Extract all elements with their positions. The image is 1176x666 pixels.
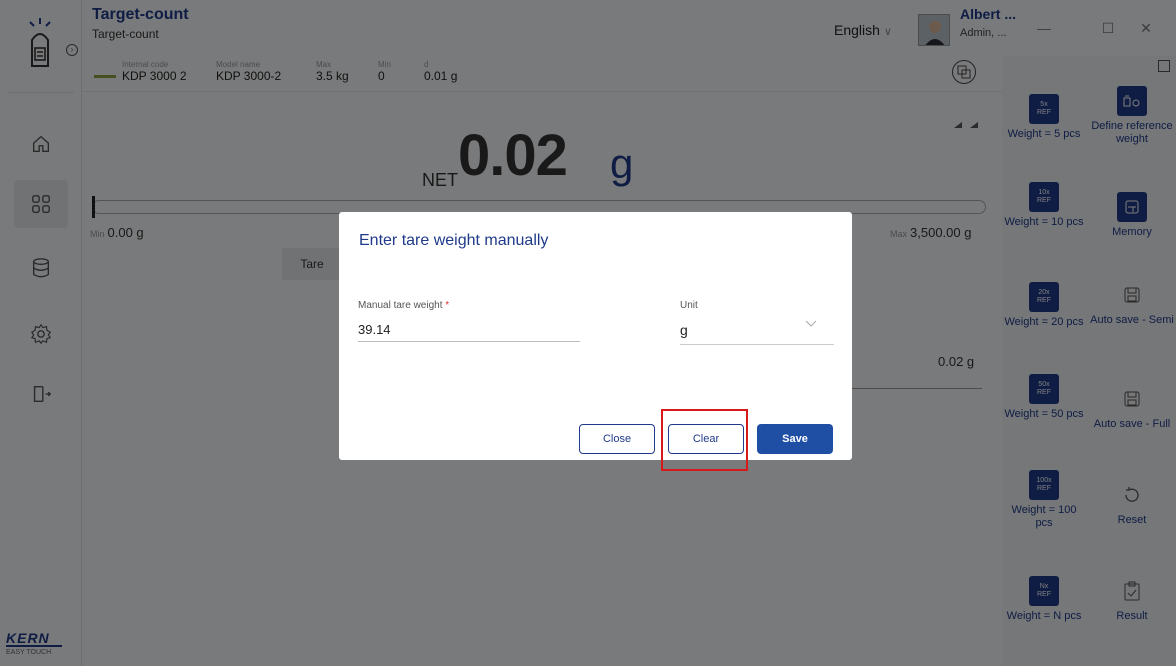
clear-button-highlight [661, 409, 748, 471]
unit-select-value[interactable]: g [680, 322, 688, 338]
chevron-down-icon[interactable] [805, 320, 817, 328]
manual-tare-weight-input[interactable] [358, 318, 580, 342]
tare-weight-dialog: Enter tare weight manually Manual tare w… [339, 212, 852, 460]
required-asterisk: * [445, 300, 450, 311]
tare-field-label-text: Manual tare weight [358, 300, 443, 311]
dialog-title: Enter tare weight manually [359, 232, 549, 249]
save-button[interactable]: Save [757, 424, 833, 454]
unit-select-underline [680, 344, 834, 345]
unit-field-label: Unit [680, 300, 698, 311]
close-button[interactable]: Close [579, 424, 655, 454]
tare-field-label: Manual tare weight * [358, 300, 449, 311]
